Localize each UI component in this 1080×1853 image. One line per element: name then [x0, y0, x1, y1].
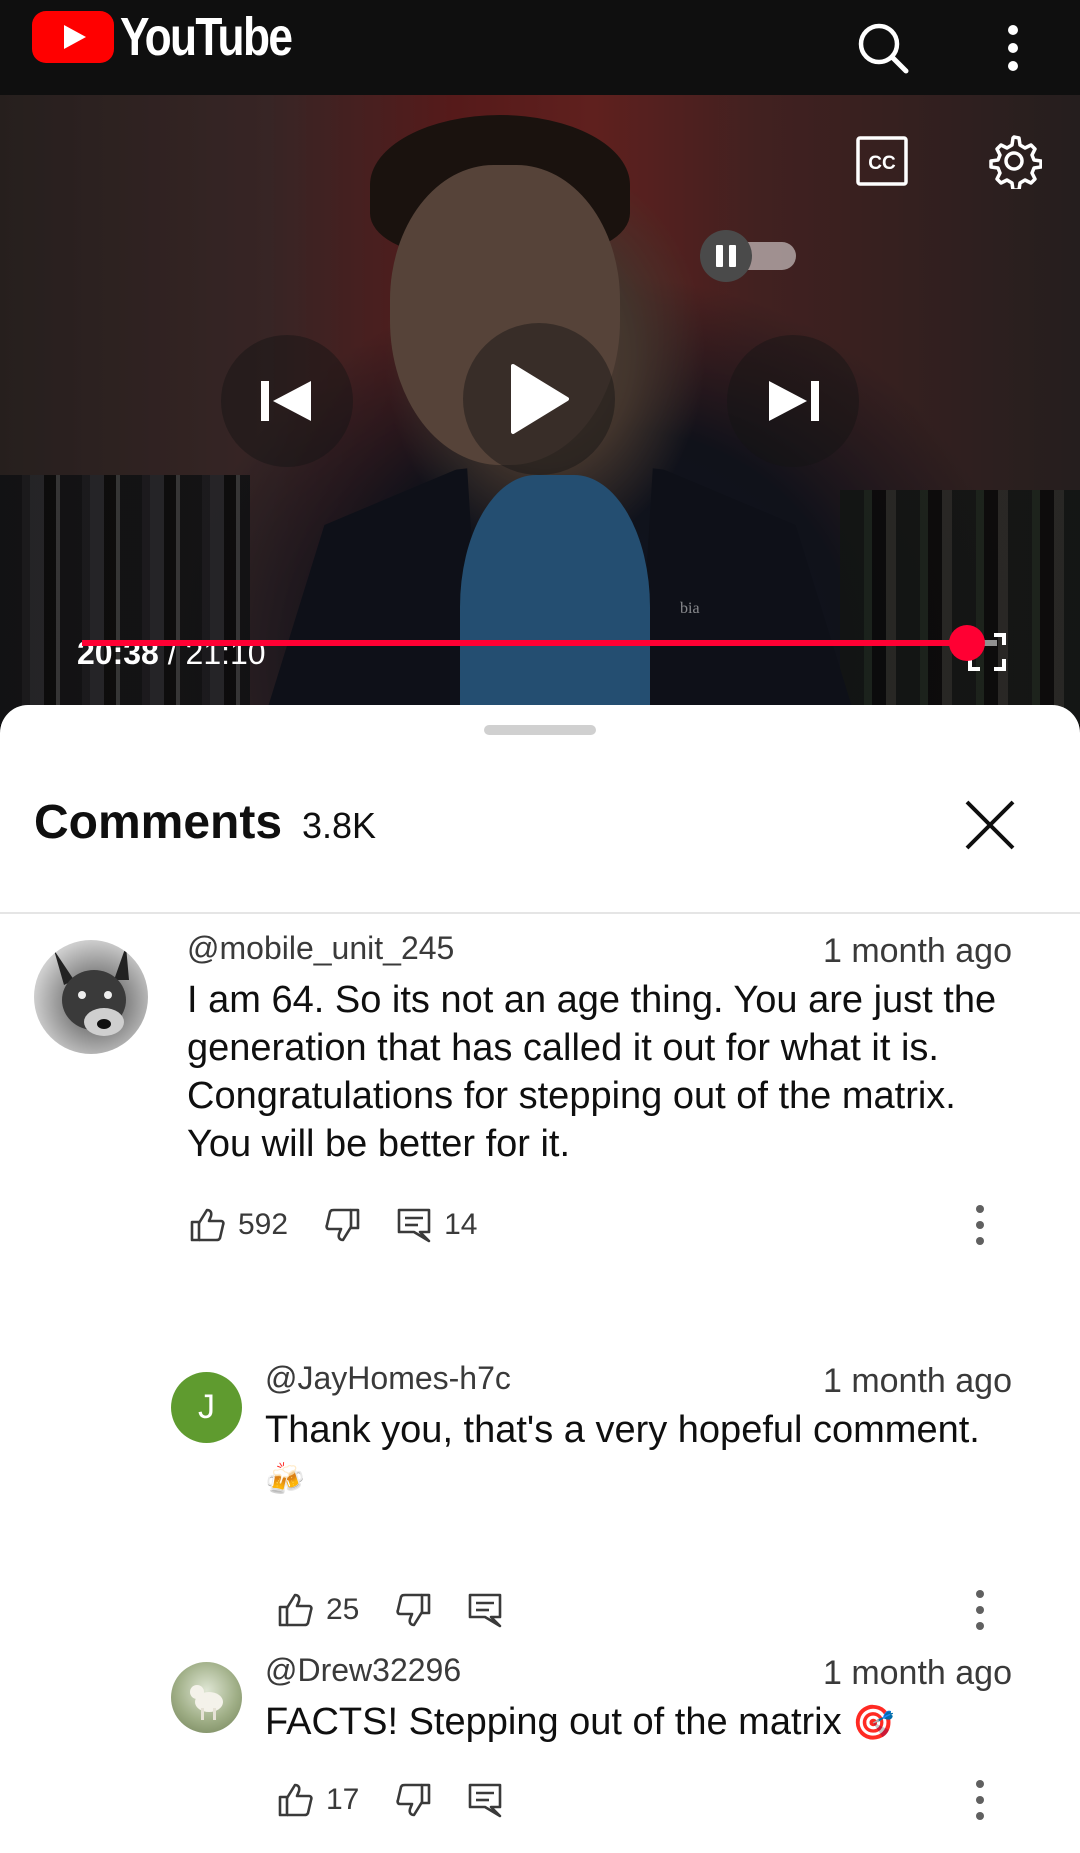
seek-bar-played [82, 640, 967, 646]
comment-menu-icon[interactable] [960, 1580, 1000, 1640]
thumbs-down-icon [396, 1783, 431, 1817]
reply-icon [469, 1783, 502, 1818]
like-button[interactable]: 25 [278, 1592, 359, 1628]
reply-comment: @Drew32296 1 month ago FACTS! Stepping o… [0, 1652, 1080, 1852]
avatar[interactable] [34, 940, 148, 1054]
comment-menu-icon[interactable] [960, 1195, 1000, 1255]
play-icon [511, 364, 569, 434]
youtube-play-icon [32, 11, 114, 63]
jacket-logo: bia [680, 600, 700, 617]
comments-title: Comments [34, 796, 283, 849]
thumbs-down-icon [325, 1208, 360, 1242]
thumbs-up-icon [190, 1208, 225, 1242]
reply-icon [397, 1208, 431, 1243]
youtube-logo[interactable]: YouTube [32, 6, 329, 68]
seek-bar-thumb[interactable] [948, 625, 985, 661]
comment-actions: 592 14 [190, 1195, 513, 1255]
comment-time: 1 month ago [822, 1362, 1012, 1400]
settings-gear-icon[interactable] [986, 133, 1043, 192]
target-emoji: 🎯 [852, 1704, 895, 1742]
comment-author[interactable]: @Drew32296 [265, 1652, 461, 1689]
comment-time: 1 month ago [822, 932, 1012, 970]
svg-text:CC: CC [868, 153, 896, 174]
dog-avatar-icon [54, 946, 129, 1036]
autoplay-toggle[interactable] [700, 230, 800, 282]
like-count: 592 [238, 1208, 289, 1241]
search-icon[interactable] [843, 0, 923, 95]
top-bar: YouTube [0, 0, 1080, 95]
comment-time: 1 month ago [822, 1654, 1012, 1692]
comments-header: Comments 3.8K [0, 795, 1080, 915]
like-count: 17 [326, 1783, 360, 1816]
header-divider [0, 912, 1080, 914]
youtube-wordmark: YouTube [120, 7, 293, 67]
reply-button[interactable] [467, 1592, 503, 1628]
next-button[interactable] [727, 335, 859, 467]
dislike-button[interactable] [324, 1207, 360, 1243]
more-vertical-icon[interactable] [973, 0, 1053, 95]
thumbs-up-icon [278, 1783, 313, 1817]
pause-icon [700, 230, 752, 282]
like-count: 25 [326, 1593, 360, 1626]
reply-icon [469, 1593, 502, 1628]
video-player[interactable]: CC 20:38 / 21:10 bia [0, 95, 1080, 725]
skip-next-icon [769, 381, 819, 421]
thumbs-down-icon [396, 1593, 431, 1627]
like-button[interactable]: 592 [190, 1207, 288, 1243]
comments-count: 3.8K [302, 805, 377, 846]
reply-button[interactable]: 14 [396, 1207, 477, 1243]
comment-actions: 17 [278, 1770, 539, 1830]
comment-text: Thank you, that's a very hopeful comment… [265, 1409, 980, 1497]
beer-emoji: 🍻 [265, 1461, 305, 1497]
captions-button[interactable]: CC [856, 135, 908, 187]
drag-handle[interactable] [484, 725, 596, 735]
avatar[interactable] [171, 1662, 242, 1733]
comment-author[interactable]: @JayHomes-h7c [265, 1360, 511, 1397]
comment-author[interactable]: @mobile_unit_245 [187, 930, 454, 967]
lamb-avatar-icon [190, 1685, 223, 1720]
skip-previous-icon [261, 381, 311, 421]
dislike-button[interactable] [395, 1782, 431, 1818]
comment-text: I am 64. So its not an age thing. You ar… [187, 979, 997, 1165]
reply-comment: J @JayHomes-h7c 1 month ago Thank you, t… [0, 1360, 1080, 1630]
like-button[interactable]: 17 [278, 1782, 359, 1818]
comment-text: FACTS! Stepping out of the matrix 🎯 [265, 1701, 895, 1743]
seek-bar[interactable] [82, 625, 997, 661]
comment-actions: 25 [278, 1580, 539, 1640]
previous-button[interactable] [221, 335, 353, 467]
play-button[interactable] [463, 323, 615, 475]
close-icon[interactable] [950, 785, 1030, 865]
comment: @mobile_unit_245 1 month ago I am 64. So… [0, 930, 1080, 1250]
avatar[interactable]: J [171, 1372, 242, 1443]
thumbs-up-icon [278, 1593, 313, 1627]
reply-button[interactable] [467, 1782, 503, 1818]
dislike-button[interactable] [395, 1592, 431, 1628]
comment-menu-icon[interactable] [960, 1770, 1000, 1830]
comments-sheet: Comments 3.8K @mobile_unit_245 1 month a… [0, 705, 1080, 1853]
reply-count: 14 [444, 1208, 478, 1241]
